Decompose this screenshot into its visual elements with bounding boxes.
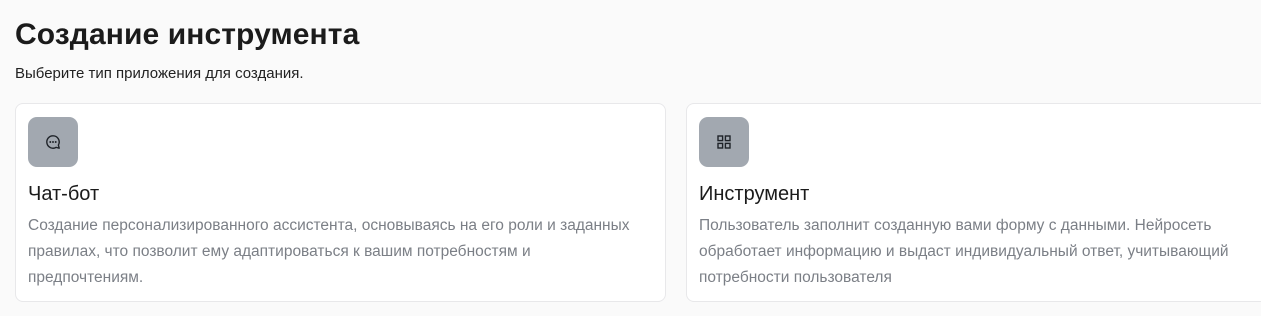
chatbot-card[interactable]: Чат-бот Создание персонализированного ас… bbox=[15, 103, 666, 302]
tool-icon-box bbox=[699, 117, 749, 167]
tool-card[interactable]: Инструмент Пользователь заполнит созданн… bbox=[686, 103, 1261, 302]
tool-card-title: Инструмент bbox=[699, 183, 810, 205]
chat-bubble-icon bbox=[45, 134, 61, 150]
page-title: Создание инструмента bbox=[15, 18, 360, 51]
tool-card-description: Пользователь заполнит созданную вами фор… bbox=[699, 217, 1229, 286]
chatbot-card-description: Создание персонализированного ассистента… bbox=[28, 217, 630, 286]
chatbot-icon-box bbox=[28, 117, 78, 167]
page: Создание инструмента Выберите тип прилож… bbox=[0, 0, 1261, 316]
chatbot-card-title: Чат-бот bbox=[28, 183, 100, 205]
page-subtitle: Выберите тип приложения для создания. bbox=[15, 65, 304, 82]
grid-icon bbox=[717, 135, 731, 149]
